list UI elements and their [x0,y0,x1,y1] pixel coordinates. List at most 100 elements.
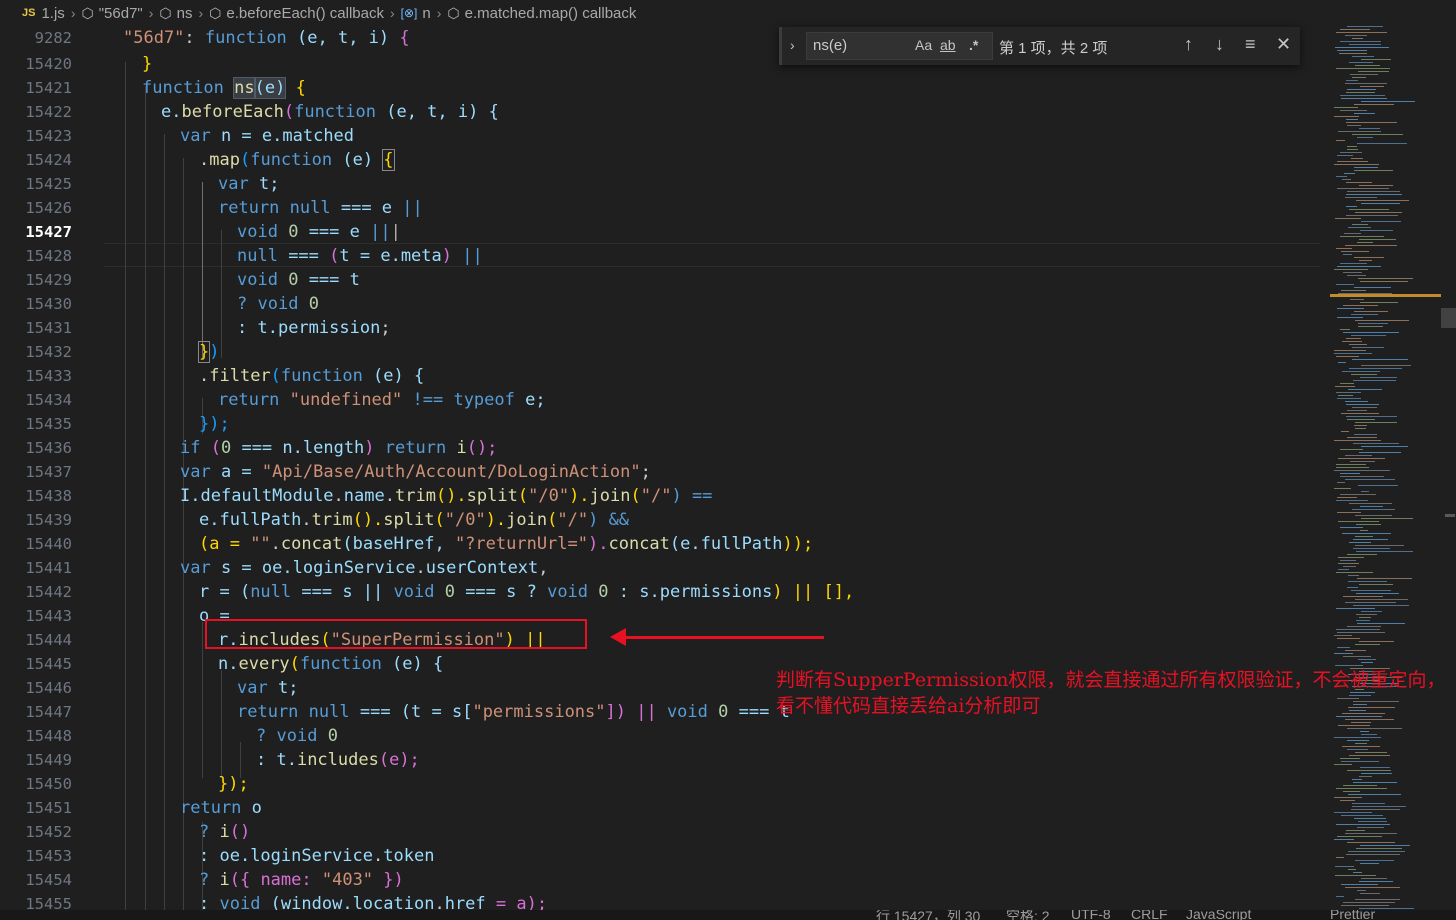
token: t = e. [339,246,401,266]
token: if [180,438,201,458]
minimap-line [1355,428,1366,429]
status-cursor-position[interactable]: 行 15427，列 30 [876,910,980,920]
minimap-line [1337,632,1385,633]
minimap[interactable] [1330,26,1441,910]
minimap-line [1338,395,1353,396]
line-number: 15436 [25,439,72,457]
minimap-line [1338,569,1349,570]
minimap-line [1349,44,1381,45]
code-line: 15443 o = [0,604,1330,628]
minimap-line [1353,782,1397,783]
scrollbar-thumb[interactable] [1441,308,1456,328]
token: defaultModule [200,486,334,506]
line-number: 15450 [25,775,72,793]
line-number: 15449 [25,751,72,769]
previous-match-arrow-up-icon[interactable]: ↑ [1184,34,1193,55]
regex-button[interactable]: .* [969,37,978,53]
status-eol[interactable]: CRLF [1131,910,1168,920]
minimap-line [1357,578,1412,579]
minimap-line [1358,278,1413,279]
whole-word-button[interactable]: ab [940,37,956,53]
minimap-line [1347,191,1400,192]
token: === [277,246,330,266]
minimap-line [1334,797,1362,798]
token: ( [517,486,529,506]
minimap-line [1360,767,1390,768]
annotation-arrow-head [610,628,626,646]
minimap-line [1357,827,1384,828]
line-number: 15444 [25,631,72,649]
minimap-line [1336,857,1344,858]
status-indentation[interactable]: 空格: 2 [1006,910,1050,920]
close-icon[interactable]: ✕ [1276,34,1291,55]
minimap-line [1347,587,1358,588]
line-number: 15448 [25,727,72,745]
next-match-arrow-down-icon[interactable]: ↓ [1215,34,1224,55]
minimap-line [1349,755,1390,756]
token: } [197,341,211,363]
toggle-replace-chevron-icon[interactable]: › [790,37,795,53]
token: : t. [237,318,278,338]
status-formatter[interactable]: Prettier [1330,910,1375,920]
minimap-line [1338,521,1379,522]
minimap-viewport[interactable] [1330,294,1441,297]
minimap-line [1335,875,1376,876]
find-input[interactable]: ns(e) [806,32,993,60]
minimap-line [1359,239,1396,240]
minimap-line [1355,743,1367,744]
token: 0 [220,438,232,458]
minimap-line [1342,746,1380,747]
minimap-line [1336,824,1390,825]
minimap-line [1347,842,1395,843]
token: || [402,198,423,218]
breadcrumb-item-label: "56d7" [98,4,143,22]
find-widget: › ns(e) Aa ab .* 第 1 项，共 2 项 ↑ ↓ ≡ ✕ [779,27,1300,65]
breadcrumb-item-function[interactable]: ⬡ ns [159,5,192,22]
token: var [180,126,211,146]
breadcrumb-file[interactable]: JS 1.js [22,5,65,22]
minimap-line [1360,863,1379,864]
token: ( [283,102,295,122]
code-editor[interactable]: 9282 "56d7": function (e, t, i) { 15420} … [0,26,1330,910]
vertical-scrollbar[interactable] [1441,26,1456,910]
status-encoding[interactable]: UTF-8 [1071,910,1111,920]
minimap-line [1336,608,1375,609]
minimap-line [1347,26,1383,27]
minimap-line [1341,884,1378,885]
minimap-line [1334,839,1354,840]
code-line: 15444 r.includes("SuperPermission") || [0,628,1330,652]
minimap-line [1341,431,1349,432]
minimap-line [1348,575,1359,576]
breadcrumb-item-module[interactable]: ⬡ "56d7" [81,5,142,22]
minimap-line [1345,245,1397,246]
breadcrumb-item-variable[interactable]: [⊗] n [401,5,431,22]
minimap-line [1351,335,1386,336]
minimap-line [1354,170,1393,171]
line-number: 15431 [25,319,72,337]
breadcrumb-item-callback[interactable]: ⬡ e.beforeEach() callback [209,5,384,22]
minimap-line [1348,851,1405,852]
minimap-line [1348,794,1401,795]
minimap-line [1354,167,1378,168]
match-case-button[interactable]: Aa [915,37,932,53]
code-line: 15431: t.permission; [0,316,1330,340]
minimap-line [1354,311,1388,312]
line-number: 15445 [25,655,72,673]
code-line: 15442 r = (null === s || void 0 === s ? v… [0,580,1330,604]
breadcrumb-item-map-callback[interactable]: ⬡ e.matched.map() callback [447,5,636,22]
minimap-line [1341,905,1389,906]
status-language[interactable]: JavaScript [1186,910,1251,920]
minimap-line [1353,443,1399,444]
minimap-line [1355,644,1380,645]
line-number: 15430 [25,295,72,313]
find-in-selection-icon[interactable]: ≡ [1245,34,1256,55]
token: "403" [321,870,374,890]
minimap-line [1336,572,1373,573]
token: o [241,798,262,818]
minimap-line [1336,500,1368,501]
minimap-line [1360,731,1369,732]
minimap-line [1334,440,1381,441]
